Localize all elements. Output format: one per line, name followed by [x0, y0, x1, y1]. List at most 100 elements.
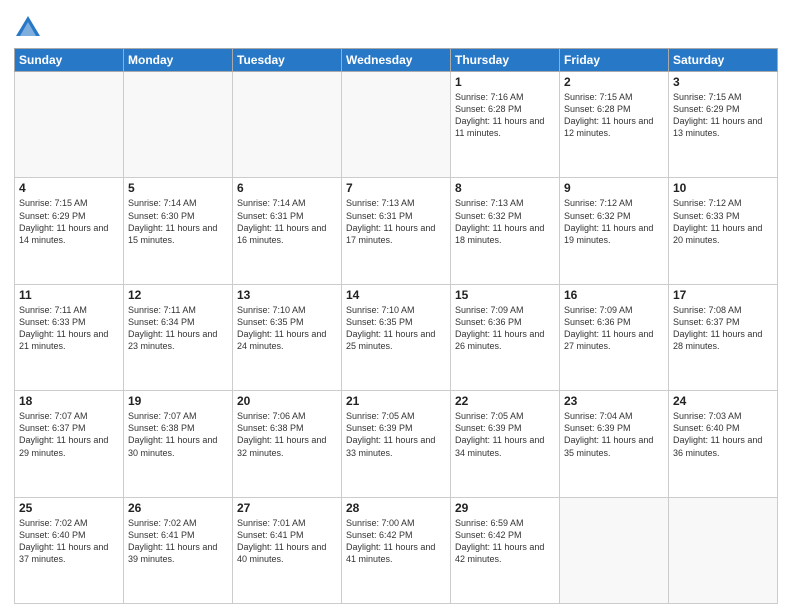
calendar-cell: 7 Sunrise: 7:13 AM Sunset: 6:31 PM Daylig…: [342, 178, 451, 284]
calendar-cell: 21 Sunrise: 7:05 AM Sunset: 6:39 PM Dayli…: [342, 391, 451, 497]
day-info: Sunrise: 7:03 AM Sunset: 6:40 PM Dayligh…: [673, 410, 773, 459]
calendar-cell: [15, 72, 124, 178]
weekday-tuesday: Tuesday: [233, 49, 342, 72]
day-number: 20: [237, 394, 337, 408]
day-info: Sunrise: 7:12 AM Sunset: 6:32 PM Dayligh…: [564, 197, 664, 246]
day-number: 24: [673, 394, 773, 408]
week-row-3: 18 Sunrise: 7:07 AM Sunset: 6:37 PM Dayli…: [15, 391, 778, 497]
day-number: 4: [19, 181, 119, 195]
day-number: 10: [673, 181, 773, 195]
calendar-cell: 27 Sunrise: 7:01 AM Sunset: 6:41 PM Dayli…: [233, 497, 342, 603]
day-info: Sunrise: 7:09 AM Sunset: 6:36 PM Dayligh…: [564, 304, 664, 353]
day-number: 16: [564, 288, 664, 302]
calendar-cell: [342, 72, 451, 178]
calendar: SundayMondayTuesdayWednesdayThursdayFrid…: [14, 48, 778, 604]
calendar-cell: 9 Sunrise: 7:12 AM Sunset: 6:32 PM Daylig…: [560, 178, 669, 284]
day-info: Sunrise: 7:07 AM Sunset: 6:38 PM Dayligh…: [128, 410, 228, 459]
calendar-cell: 24 Sunrise: 7:03 AM Sunset: 6:40 PM Dayli…: [669, 391, 778, 497]
calendar-cell: 25 Sunrise: 7:02 AM Sunset: 6:40 PM Dayli…: [15, 497, 124, 603]
calendar-cell: 22 Sunrise: 7:05 AM Sunset: 6:39 PM Dayli…: [451, 391, 560, 497]
day-number: 3: [673, 75, 773, 89]
day-info: Sunrise: 7:05 AM Sunset: 6:39 PM Dayligh…: [455, 410, 555, 459]
calendar-cell: 26Sunrise: 7:02 AM Sunset: 6:41 PM Dayli…: [124, 497, 233, 603]
header: [14, 10, 778, 42]
calendar-cell: 20 Sunrise: 7:06 AM Sunset: 6:38 PM Dayli…: [233, 391, 342, 497]
day-number: 1: [455, 75, 555, 89]
day-info: Sunrise: 7:14 AM Sunset: 6:30 PM Dayligh…: [128, 197, 228, 246]
day-number: 14: [346, 288, 446, 302]
day-number: 6: [237, 181, 337, 195]
day-info: Sunrise: 7:14 AM Sunset: 6:31 PM Dayligh…: [237, 197, 337, 246]
day-info: Sunrise: 7:15 AM Sunset: 6:29 PM Dayligh…: [673, 91, 773, 140]
day-number: 17: [673, 288, 773, 302]
calendar-cell: 12 Sunrise: 7:11 AM Sunset: 6:34 PM Dayli…: [124, 284, 233, 390]
weekday-sunday: Sunday: [15, 49, 124, 72]
day-info: Sunrise: 7:02 AM Sunset: 6:40 PM Dayligh…: [19, 517, 119, 566]
day-info: Sunrise: 7:10 AM Sunset: 6:35 PM Dayligh…: [346, 304, 446, 353]
day-info: Sunrise: 7:01 AM Sunset: 6:41 PM Dayligh…: [237, 517, 337, 566]
day-number: 12: [128, 288, 228, 302]
day-info: Sunrise: 7:11 AM Sunset: 6:34 PM Dayligh…: [128, 304, 228, 353]
calendar-cell: 18 Sunrise: 7:07 AM Sunset: 6:37 PM Dayli…: [15, 391, 124, 497]
calendar-cell: 1 Sunrise: 7:16 AM Sunset: 6:28 PM Daylig…: [451, 72, 560, 178]
calendar-cell: 13 Sunrise: 7:10 AM Sunset: 6:35 PM Dayli…: [233, 284, 342, 390]
calendar-cell: 19 Sunrise: 7:07 AM Sunset: 6:38 PM Dayli…: [124, 391, 233, 497]
day-number: 15: [455, 288, 555, 302]
weekday-friday: Friday: [560, 49, 669, 72]
day-info: Sunrise: 7:13 AM Sunset: 6:31 PM Dayligh…: [346, 197, 446, 246]
calendar-cell: 4Sunrise: 7:15 AM Sunset: 6:29 PM Daylig…: [15, 178, 124, 284]
day-info: Sunrise: 7:04 AM Sunset: 6:39 PM Dayligh…: [564, 410, 664, 459]
calendar-cell: [669, 497, 778, 603]
weekday-thursday: Thursday: [451, 49, 560, 72]
day-info: Sunrise: 7:13 AM Sunset: 6:32 PM Dayligh…: [455, 197, 555, 246]
day-number: 8: [455, 181, 555, 195]
day-number: 23: [564, 394, 664, 408]
day-info: Sunrise: 7:15 AM Sunset: 6:28 PM Dayligh…: [564, 91, 664, 140]
day-number: 11: [19, 288, 119, 302]
day-info: Sunrise: 7:16 AM Sunset: 6:28 PM Dayligh…: [455, 91, 555, 140]
day-number: 25: [19, 501, 119, 515]
week-row-0: 1 Sunrise: 7:16 AM Sunset: 6:28 PM Daylig…: [15, 72, 778, 178]
calendar-cell: 14 Sunrise: 7:10 AM Sunset: 6:35 PM Dayli…: [342, 284, 451, 390]
day-info: Sunrise: 7:12 AM Sunset: 6:33 PM Dayligh…: [673, 197, 773, 246]
day-info: Sunrise: 7:10 AM Sunset: 6:35 PM Dayligh…: [237, 304, 337, 353]
day-info: Sunrise: 7:11 AM Sunset: 6:33 PM Dayligh…: [19, 304, 119, 353]
day-info: Sunrise: 7:07 AM Sunset: 6:37 PM Dayligh…: [19, 410, 119, 459]
day-info: Sunrise: 7:08 AM Sunset: 6:37 PM Dayligh…: [673, 304, 773, 353]
day-info: Sunrise: 7:00 AM Sunset: 6:42 PM Dayligh…: [346, 517, 446, 566]
calendar-cell: 15 Sunrise: 7:09 AM Sunset: 6:36 PM Dayli…: [451, 284, 560, 390]
day-info: Sunrise: 7:05 AM Sunset: 6:39 PM Dayligh…: [346, 410, 446, 459]
day-info: Sunrise: 7:06 AM Sunset: 6:38 PM Dayligh…: [237, 410, 337, 459]
day-info: Sunrise: 7:09 AM Sunset: 6:36 PM Dayligh…: [455, 304, 555, 353]
day-info: Sunrise: 7:02 AM Sunset: 6:41 PM Dayligh…: [128, 517, 228, 566]
calendar-cell: 5 Sunrise: 7:14 AM Sunset: 6:30 PM Daylig…: [124, 178, 233, 284]
day-number: 5: [128, 181, 228, 195]
day-number: 13: [237, 288, 337, 302]
week-row-1: 4Sunrise: 7:15 AM Sunset: 6:29 PM Daylig…: [15, 178, 778, 284]
calendar-cell: 17 Sunrise: 7:08 AM Sunset: 6:37 PM Dayli…: [669, 284, 778, 390]
calendar-cell: 6 Sunrise: 7:14 AM Sunset: 6:31 PM Daylig…: [233, 178, 342, 284]
weekday-wednesday: Wednesday: [342, 49, 451, 72]
day-number: 2: [564, 75, 664, 89]
weekday-saturday: Saturday: [669, 49, 778, 72]
day-number: 7: [346, 181, 446, 195]
week-row-2: 11 Sunrise: 7:11 AM Sunset: 6:33 PM Dayli…: [15, 284, 778, 390]
calendar-cell: 10 Sunrise: 7:12 AM Sunset: 6:33 PM Dayli…: [669, 178, 778, 284]
day-number: 28: [346, 501, 446, 515]
day-number: 27: [237, 501, 337, 515]
day-number: 18: [19, 394, 119, 408]
weekday-header-row: SundayMondayTuesdayWednesdayThursdayFrid…: [15, 49, 778, 72]
day-info: Sunrise: 6:59 AM Sunset: 6:42 PM Dayligh…: [455, 517, 555, 566]
calendar-cell: 16 Sunrise: 7:09 AM Sunset: 6:36 PM Dayli…: [560, 284, 669, 390]
calendar-cell: 29 Sunrise: 6:59 AM Sunset: 6:42 PM Dayli…: [451, 497, 560, 603]
day-number: 22: [455, 394, 555, 408]
calendar-cell: [233, 72, 342, 178]
calendar-cell: 23 Sunrise: 7:04 AM Sunset: 6:39 PM Dayli…: [560, 391, 669, 497]
day-number: 19: [128, 394, 228, 408]
day-number: 21: [346, 394, 446, 408]
day-number: 9: [564, 181, 664, 195]
day-number: 29: [455, 501, 555, 515]
page: SundayMondayTuesdayWednesdayThursdayFrid…: [0, 0, 792, 612]
calendar-cell: 28 Sunrise: 7:00 AM Sunset: 6:42 PM Dayli…: [342, 497, 451, 603]
logo: [14, 14, 44, 42]
